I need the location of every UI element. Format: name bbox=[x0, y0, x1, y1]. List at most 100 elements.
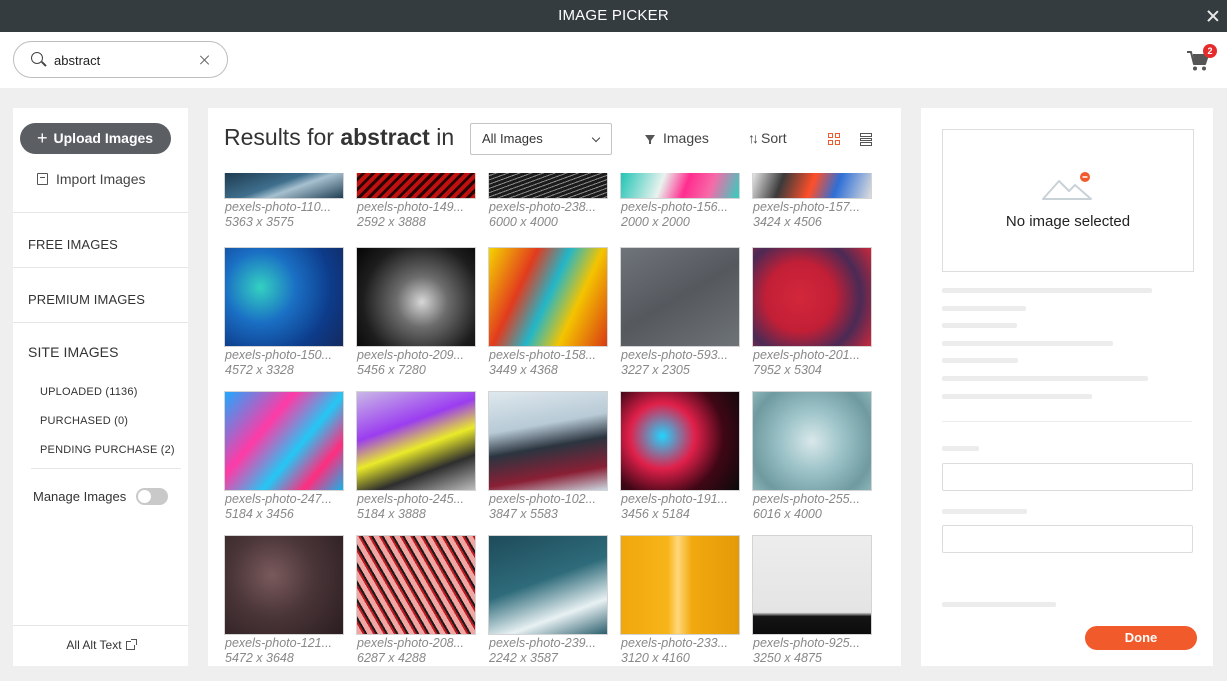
image-grid: pexels-photo-110... 5363 x 3575 pexels-pho… bbox=[224, 173, 888, 666]
search-icon bbox=[31, 52, 43, 64]
image-thumbnail[interactable] bbox=[224, 535, 344, 635]
image-filename: pexels-photo-150... bbox=[225, 348, 333, 362]
all-alt-text-link[interactable]: All Alt Text bbox=[13, 638, 188, 652]
sidebar-item-premium-images[interactable]: PREMIUM IMAGES bbox=[28, 292, 145, 307]
clear-search-icon[interactable] bbox=[199, 54, 211, 66]
image-filename: pexels-photo-157... bbox=[753, 200, 861, 214]
image-thumbnail[interactable] bbox=[620, 535, 740, 635]
image-tile[interactable]: pexels-photo-156... 2000 x 2000 bbox=[620, 173, 740, 243]
image-thumbnail[interactable] bbox=[620, 391, 740, 491]
import-images-link[interactable]: Import Images bbox=[37, 171, 145, 187]
image-tile[interactable]: pexels-photo-150... 4572 x 3328 bbox=[224, 247, 344, 391]
image-source-value: All Images bbox=[482, 131, 543, 146]
image-tile[interactable]: pexels-photo-239... 2242 x 3587 bbox=[488, 535, 608, 666]
image-thumbnail[interactable] bbox=[752, 391, 872, 491]
image-thumbnail[interactable] bbox=[224, 391, 344, 491]
sidebar-item-free-images[interactable]: FREE IMAGES bbox=[28, 237, 118, 252]
search-input[interactable] bbox=[54, 50, 194, 70]
sidebar: + Upload Images Import Images FREE IMAGES… bbox=[13, 108, 188, 666]
search-box bbox=[13, 41, 228, 78]
upload-images-label: Upload Images bbox=[53, 130, 154, 146]
image-tile[interactable]: pexels-photo-102... 3847 x 5583 bbox=[488, 391, 608, 535]
image-dimensions: 7952 x 5304 bbox=[753, 363, 822, 377]
results-panel: Results for abstract in All Images Image… bbox=[208, 108, 901, 666]
detail-field-1[interactable] bbox=[942, 463, 1193, 491]
images-filter-label: Images bbox=[663, 130, 709, 146]
image-tile[interactable]: pexels-photo-238... 6000 x 4000 bbox=[488, 173, 608, 243]
image-tile[interactable]: pexels-photo-233... 3120 x 4160 bbox=[620, 535, 740, 666]
divider bbox=[13, 267, 188, 268]
list-view-icon[interactable] bbox=[860, 133, 872, 146]
manage-images-toggle[interactable] bbox=[136, 488, 168, 505]
image-tile[interactable]: pexels-photo-201... 7952 x 5304 bbox=[752, 247, 872, 391]
toggle-knob bbox=[138, 490, 151, 503]
results-heading: Results for abstract in bbox=[224, 124, 454, 151]
placeholder-line bbox=[942, 376, 1148, 381]
divider bbox=[13, 322, 188, 323]
image-thumbnail[interactable] bbox=[356, 247, 476, 347]
image-filename: pexels-photo-238... bbox=[489, 200, 597, 214]
image-thumbnail[interactable] bbox=[752, 247, 872, 347]
sort-button[interactable]: ↑↓ Sort bbox=[748, 130, 787, 146]
image-tile[interactable]: pexels-photo-121... 5472 x 3648 bbox=[224, 535, 344, 666]
results-query: abstract bbox=[340, 124, 430, 150]
image-filename: pexels-photo-925... bbox=[753, 636, 861, 650]
import-icon bbox=[37, 173, 48, 185]
placeholder-line bbox=[942, 306, 1026, 311]
results-suffix: in bbox=[436, 124, 455, 150]
image-dimensions: 5456 x 7280 bbox=[357, 363, 426, 377]
manage-images-label: Manage Images bbox=[33, 489, 127, 504]
image-tile[interactable]: pexels-photo-157... 3424 x 4506 bbox=[752, 173, 872, 243]
sort-label: Sort bbox=[761, 130, 787, 146]
image-tile[interactable]: pexels-photo-925... 3250 x 4875 bbox=[752, 535, 872, 666]
image-thumbnail[interactable] bbox=[620, 173, 740, 199]
image-thumbnail[interactable] bbox=[752, 173, 872, 199]
image-thumbnail[interactable] bbox=[752, 535, 872, 635]
image-filename: pexels-photo-245... bbox=[357, 492, 465, 506]
image-filename: pexels-photo-110... bbox=[225, 200, 332, 214]
image-dimensions: 3847 x 5583 bbox=[489, 507, 558, 521]
image-source-select[interactable]: All Images bbox=[470, 123, 612, 155]
image-thumbnail[interactable] bbox=[356, 391, 476, 491]
image-dimensions: 4572 x 3328 bbox=[225, 363, 294, 377]
image-thumbnail[interactable] bbox=[620, 247, 740, 347]
image-thumbnail[interactable] bbox=[224, 247, 344, 347]
done-button[interactable]: Done bbox=[1085, 626, 1197, 650]
image-placeholder-icon bbox=[1042, 172, 1092, 200]
image-filename: pexels-photo-158... bbox=[489, 348, 597, 362]
image-filename: pexels-photo-201... bbox=[753, 348, 861, 362]
images-filter-button[interactable]: Images bbox=[645, 130, 709, 146]
sidebar-item-pending-purchase[interactable]: PENDING PURCHASE (2) bbox=[40, 444, 175, 456]
image-tile[interactable]: pexels-photo-255... 6016 x 4000 bbox=[752, 391, 872, 535]
sidebar-item-site-images[interactable]: SITE IMAGES bbox=[28, 344, 119, 360]
upload-images-button[interactable]: + Upload Images bbox=[20, 123, 171, 154]
field-label-placeholder bbox=[942, 446, 979, 451]
sidebar-item-uploaded[interactable]: UPLOADED (1136) bbox=[40, 386, 138, 398]
image-thumbnail[interactable] bbox=[488, 247, 608, 347]
detail-field-2[interactable] bbox=[942, 525, 1193, 553]
sort-icon: ↑↓ bbox=[748, 130, 759, 146]
image-thumbnail[interactable] bbox=[488, 173, 608, 199]
image-thumbnail[interactable] bbox=[356, 173, 476, 199]
placeholder-line bbox=[942, 323, 1017, 328]
image-tile[interactable]: pexels-photo-245... 5184 x 3888 bbox=[356, 391, 476, 535]
close-icon[interactable] bbox=[1205, 8, 1221, 24]
grid-view-icon[interactable] bbox=[828, 133, 840, 145]
cart-button[interactable]: 2 bbox=[1186, 44, 1217, 72]
import-images-label: Import Images bbox=[56, 171, 146, 187]
image-tile[interactable]: pexels-photo-209... 5456 x 7280 bbox=[356, 247, 476, 391]
image-thumbnail[interactable] bbox=[488, 535, 608, 635]
image-thumbnail[interactable] bbox=[356, 535, 476, 635]
image-tile[interactable]: pexels-photo-191... 3456 x 5184 bbox=[620, 391, 740, 535]
image-tile[interactable]: pexels-photo-593... 3227 x 2305 bbox=[620, 247, 740, 391]
image-tile[interactable]: pexels-photo-247... 5184 x 3456 bbox=[224, 391, 344, 535]
image-tile[interactable]: pexels-photo-110... 5363 x 3575 bbox=[224, 173, 344, 243]
image-thumbnail[interactable] bbox=[224, 173, 344, 199]
image-tile[interactable]: pexels-photo-158... 3449 x 4368 bbox=[488, 247, 608, 391]
image-tile[interactable]: pexels-photo-208... 6287 x 4288 bbox=[356, 535, 476, 666]
image-preview: No image selected bbox=[942, 129, 1194, 272]
sidebar-item-purchased[interactable]: PURCHASED (0) bbox=[40, 415, 128, 427]
image-dimensions: 3227 x 2305 bbox=[621, 363, 690, 377]
image-tile[interactable]: pexels-photo-149... 2592 x 3888 bbox=[356, 173, 476, 243]
image-thumbnail[interactable] bbox=[488, 391, 608, 491]
